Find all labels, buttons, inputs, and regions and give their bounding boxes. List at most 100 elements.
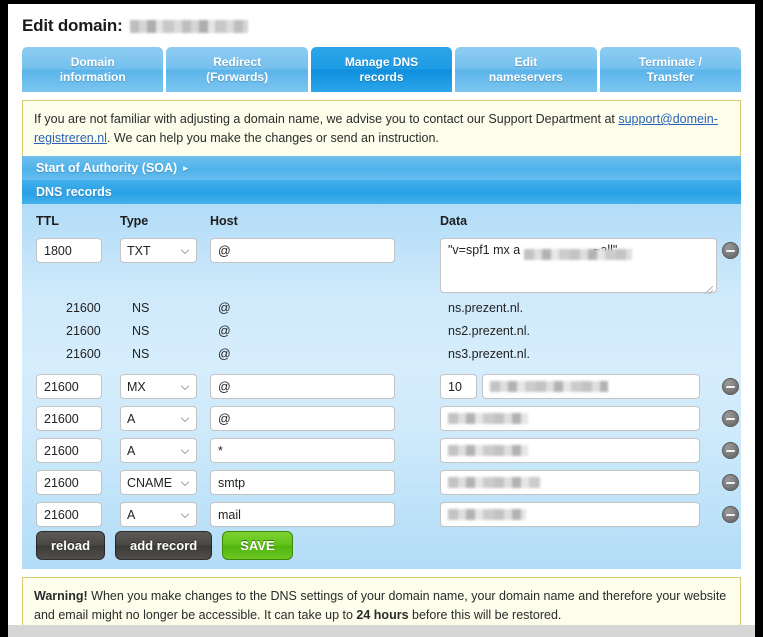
minus-circle-icon[interactable]	[722, 410, 739, 427]
data-textarea[interactable]	[440, 238, 717, 293]
page-content: Edit domain: Domain information Redirect…	[8, 4, 755, 625]
page-title-label: Edit domain:	[22, 16, 123, 35]
type-cell: CNAME	[120, 470, 197, 495]
remove-record-button[interactable]	[722, 442, 739, 459]
type-select[interactable]: CNAME	[120, 470, 197, 495]
section-soa-label: Start of Authority (SOA)	[36, 161, 178, 175]
type-select[interactable]: A	[120, 502, 197, 527]
host-input[interactable]	[210, 502, 395, 527]
type-cell: A	[120, 502, 197, 527]
host-input[interactable]	[210, 438, 395, 463]
remove-record-button[interactable]	[722, 410, 739, 427]
remove-record-button[interactable]	[722, 378, 739, 395]
minus-circle-icon[interactable]	[722, 242, 739, 259]
ttl-cell	[36, 238, 102, 263]
data-value: ns.prezent.nl.	[448, 301, 524, 315]
section-start-of-authority[interactable]: Start of Authority (SOA) ▸	[22, 156, 741, 180]
data-cell	[440, 406, 700, 431]
tab-label-line1: Redirect	[213, 54, 262, 69]
host-cell	[210, 374, 395, 399]
table-row: 21600 NS @ ns3.prezent.nl.	[22, 344, 741, 367]
ttl-cell	[36, 406, 102, 431]
host-cell	[210, 406, 395, 431]
info-banner-text-after: . We can help you make the changes or se…	[106, 131, 439, 145]
tab-terminate-transfer[interactable]: Terminate / Transfer	[599, 47, 742, 92]
data-cell	[440, 374, 700, 399]
data-cell	[440, 238, 717, 298]
tab-label-line2: records	[359, 69, 404, 84]
mx-priority-input[interactable]	[440, 374, 477, 399]
warning-banner-prefix: Warning!	[34, 589, 88, 603]
ttl-input[interactable]	[36, 374, 102, 399]
ttl-input[interactable]	[36, 438, 102, 463]
browser-frame: Edit domain: Domain information Redirect…	[0, 0, 763, 637]
data-input[interactable]	[440, 470, 700, 495]
tab-label-line2: information	[59, 69, 126, 84]
tab-manage-dns-records[interactable]: Manage DNS records	[310, 47, 453, 92]
column-header-ttl: TTL	[36, 214, 59, 228]
tab-redirect-forwards[interactable]: Redirect (Forwards)	[166, 47, 308, 92]
tab-edit-nameservers[interactable]: Edit nameservers	[455, 47, 597, 92]
ttl-value: 21600	[66, 324, 101, 338]
window-bottom-strip	[8, 625, 755, 637]
table-row: A	[22, 404, 741, 434]
data-input[interactable]	[482, 374, 700, 399]
redacted-domain-name	[129, 19, 248, 33]
data-input[interactable]	[440, 438, 700, 463]
table-row: A	[22, 436, 741, 466]
host-cell	[210, 502, 395, 527]
tab-label-line2: Transfer	[646, 69, 694, 84]
host-input[interactable]	[210, 470, 395, 495]
remove-record-button[interactable]	[722, 474, 739, 491]
minus-circle-icon[interactable]	[722, 442, 739, 459]
data-input[interactable]	[440, 502, 700, 527]
tab-label-line1: Terminate /	[638, 54, 702, 69]
ttl-input[interactable]	[36, 470, 102, 495]
minus-circle-icon[interactable]	[722, 474, 739, 491]
host-input[interactable]	[210, 374, 395, 399]
host-input[interactable]	[210, 406, 395, 431]
type-select[interactable]: TXT	[120, 238, 197, 263]
tab-label-line1: Manage DNS	[344, 54, 419, 69]
add-record-button[interactable]: add record	[115, 531, 213, 560]
minus-circle-icon[interactable]	[722, 506, 739, 523]
ttl-value: 21600	[66, 301, 101, 315]
host-input[interactable]	[210, 238, 395, 263]
table-row: 21600 NS @ ns.prezent.nl.	[22, 298, 741, 321]
data-value: ns3.prezent.nl.	[448, 347, 530, 361]
minus-circle-icon[interactable]	[722, 378, 739, 395]
host-cell	[210, 238, 395, 263]
remove-record-button[interactable]	[722, 506, 739, 523]
warning-banner-text-2: before this will be restored.	[408, 608, 562, 622]
info-banner-text-before: If you are not familiar with adjusting a…	[34, 112, 619, 126]
save-button[interactable]: SAVE	[222, 531, 293, 560]
ttl-input[interactable]	[36, 238, 102, 263]
ttl-input[interactable]	[36, 502, 102, 527]
tab-domain-information[interactable]: Domain information	[22, 47, 164, 92]
ttl-input[interactable]	[36, 406, 102, 431]
data-value: ns2.prezent.nl.	[448, 324, 530, 338]
section-dns-records: DNS records	[22, 180, 741, 204]
host-value: @	[218, 347, 231, 361]
page-title: Edit domain:	[22, 12, 248, 40]
ttl-cell	[36, 470, 102, 495]
warning-banner-hours: 24 hours	[356, 608, 409, 622]
type-select[interactable]: A	[120, 406, 197, 431]
tab-label-line2: nameservers	[488, 69, 563, 84]
reload-button[interactable]: reload	[36, 531, 106, 560]
table-row: TXT	[22, 236, 741, 296]
data-cell	[440, 470, 700, 495]
table-row: CNAME	[22, 468, 741, 498]
remove-record-button[interactable]	[722, 242, 739, 259]
info-banner: If you are not familiar with adjusting a…	[22, 100, 741, 159]
column-header-type: Type	[120, 214, 149, 228]
type-select[interactable]: A	[120, 438, 197, 463]
section-dns-label: DNS records	[36, 185, 112, 199]
type-select[interactable]: MX	[120, 374, 197, 399]
data-cell	[440, 438, 700, 463]
action-button-bar: reload add record SAVE	[36, 531, 293, 560]
data-input[interactable]	[440, 406, 700, 431]
ttl-value: 21600	[66, 347, 101, 361]
dns-records-panel: Start of Authority (SOA) ▸ DNS records T…	[22, 156, 741, 569]
ttl-cell	[36, 502, 102, 527]
